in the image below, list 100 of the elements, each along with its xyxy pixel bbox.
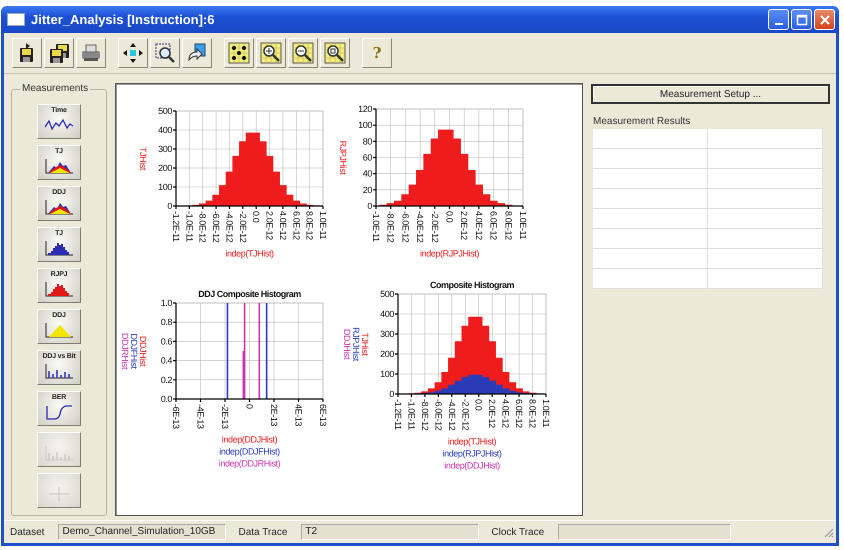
axis-title: indep(RJPJHist) [442, 448, 502, 458]
axis-tick-label: -8.0E-12 [420, 399, 430, 430]
minimize-button[interactable] [768, 9, 789, 30]
axis-title: indep(DDJHist) [222, 434, 278, 445]
axis-title: DDJHist [138, 336, 148, 366]
toolbar-button[interactable] [44, 38, 74, 68]
axis-tick-label: 60 [362, 152, 372, 162]
toolbar-button[interactable] [224, 38, 254, 68]
close-button[interactable] [814, 9, 835, 30]
axis-title: TJHist [138, 146, 148, 170]
axis-tick-label: -6E-13 [171, 404, 181, 429]
axis-tick-label: -2.0E-12 [430, 211, 440, 242]
magnifier-icon [292, 42, 314, 64]
axis-tick-label: 8.0E-12 [503, 211, 514, 240]
histogram-icon [44, 240, 74, 256]
axis-tick-label: 0.0 [160, 394, 172, 404]
axis-title: indep(RJPJHist) [420, 248, 480, 258]
toolbar-button[interactable] [150, 38, 180, 68]
axis-tick-label: 300 [158, 144, 172, 154]
status-field: T2 [301, 524, 480, 540]
waveform-icon [44, 117, 74, 133]
axis-tick-label: 1.0 [160, 298, 172, 308]
axis-tick-label: -2.0E-12 [460, 399, 470, 430]
axis-tick-label: 6E-13 [318, 404, 328, 426]
bar-chart-icon [44, 363, 74, 379]
axis-tick-label: 400 [380, 309, 394, 319]
axis-tick-label: 6.0E-12 [514, 399, 524, 428]
resize-grip-icon [822, 526, 834, 538]
toolbar-button[interactable] [182, 38, 212, 68]
axis-tick-label: -2E-13 [220, 404, 230, 429]
histogram-icon [44, 158, 74, 174]
maximize-button[interactable] [791, 9, 812, 30]
axis-tick-label: 400 [158, 125, 172, 135]
move-icon [122, 42, 144, 64]
axis-title: indep(DDJHist) [444, 460, 500, 470]
axis-title: indep(TJHist) [225, 248, 274, 258]
help-button[interactable]: ? [362, 38, 392, 68]
axis-tick-label: 500 [380, 289, 394, 299]
axis-tick-label: 2.0E-12 [459, 211, 470, 240]
axis-tick-label: -1.2E-11 [171, 211, 181, 242]
axis-tick-label: -4.0E-12 [224, 211, 234, 242]
axis-tick-label: 200 [158, 163, 172, 173]
axis-tick-label: 6.0E-12 [488, 211, 499, 240]
axis-tick-label: -6.0E-12 [400, 211, 410, 242]
axis-title: TJHist [360, 332, 370, 356]
status-label: Dataset [10, 526, 44, 538]
toolbar-button[interactable] [288, 38, 318, 68]
magnifier-icon [260, 42, 282, 64]
axis-tick-label: 0.2 [160, 374, 172, 385]
maximize-icon [794, 12, 808, 26]
magnifier-icon [324, 42, 346, 64]
copy-icon [186, 42, 208, 64]
axis-tick-label: 100 [358, 120, 372, 130]
toolbar-button[interactable] [76, 38, 106, 68]
status-field: Demo_Channel_Simulation_10GB [58, 524, 226, 540]
status-label: Data Trace [238, 526, 288, 538]
axis-tick-label: 0 [389, 389, 394, 399]
bar-chart-icon [44, 445, 74, 461]
axis-tick-label: 4E-13 [294, 404, 304, 426]
histogram-icon [44, 322, 74, 338]
toolbar-button[interactable] [320, 38, 350, 68]
axis-tick-label: -6.0E-12 [211, 211, 222, 242]
printer-icon [80, 42, 102, 64]
chart-title: DDJ Composite Histogram [198, 289, 301, 299]
toolbar-button[interactable] [256, 38, 286, 68]
axis-tick-label: 8.0E-12 [304, 211, 315, 240]
axis-tick-label: 80 [362, 136, 372, 146]
axis-tick-label: 4.0E-12 [278, 211, 288, 240]
toolbar-button[interactable] [12, 38, 42, 68]
axis-tick-label: 1.0E-11 [541, 399, 551, 428]
axis-tick-label: 0.0 [444, 211, 454, 222]
axis-tick-label: 6.0E-12 [291, 211, 302, 240]
axis-tick-label: 500 [158, 106, 172, 116]
axis-tick-label: -8.0E-12 [386, 211, 396, 242]
axis-tick-label: 100 [380, 369, 394, 379]
axis-title: RJPJHist [338, 140, 348, 174]
window-icon [7, 13, 25, 26]
axis-tick-label: -4E-13 [196, 404, 206, 429]
axis-tick-label: 200 [380, 349, 394, 359]
axis-title: RJPJHist [351, 327, 361, 361]
axis-tick-label: 2.0E-12 [487, 399, 498, 428]
axis-title: indep(DDJFHist) [219, 446, 280, 457]
chart-title: Composite Histogram [430, 280, 514, 290]
axis-title: DDJFHist [129, 333, 139, 369]
axis-tick-label: -8.0E-12 [198, 211, 208, 242]
axis-tick-label: -4.0E-12 [446, 399, 457, 430]
toolbar-button[interactable] [118, 38, 148, 68]
window-title: Jitter_Analysis [Instruction]:6 [31, 12, 216, 27]
axis-tick-label: 20 [362, 184, 372, 195]
close-icon [818, 12, 832, 26]
axis-tick-label: 100 [158, 182, 172, 192]
measurement-setup-button[interactable]: Measurement Setup ... [591, 84, 830, 104]
axis-tick-label: 2.0E-12 [264, 211, 275, 240]
grid-icon [228, 42, 250, 64]
axis-tick-label: 1.0E-11 [318, 211, 328, 240]
axis-title: DDJRHist [120, 332, 130, 370]
axis-tick-label: 0 [167, 201, 172, 211]
axis-tick-label: 0.8 [160, 317, 172, 328]
axis-tick-label: 2E-13 [269, 404, 279, 426]
axis-tick-label: 1.0E-11 [518, 211, 528, 240]
